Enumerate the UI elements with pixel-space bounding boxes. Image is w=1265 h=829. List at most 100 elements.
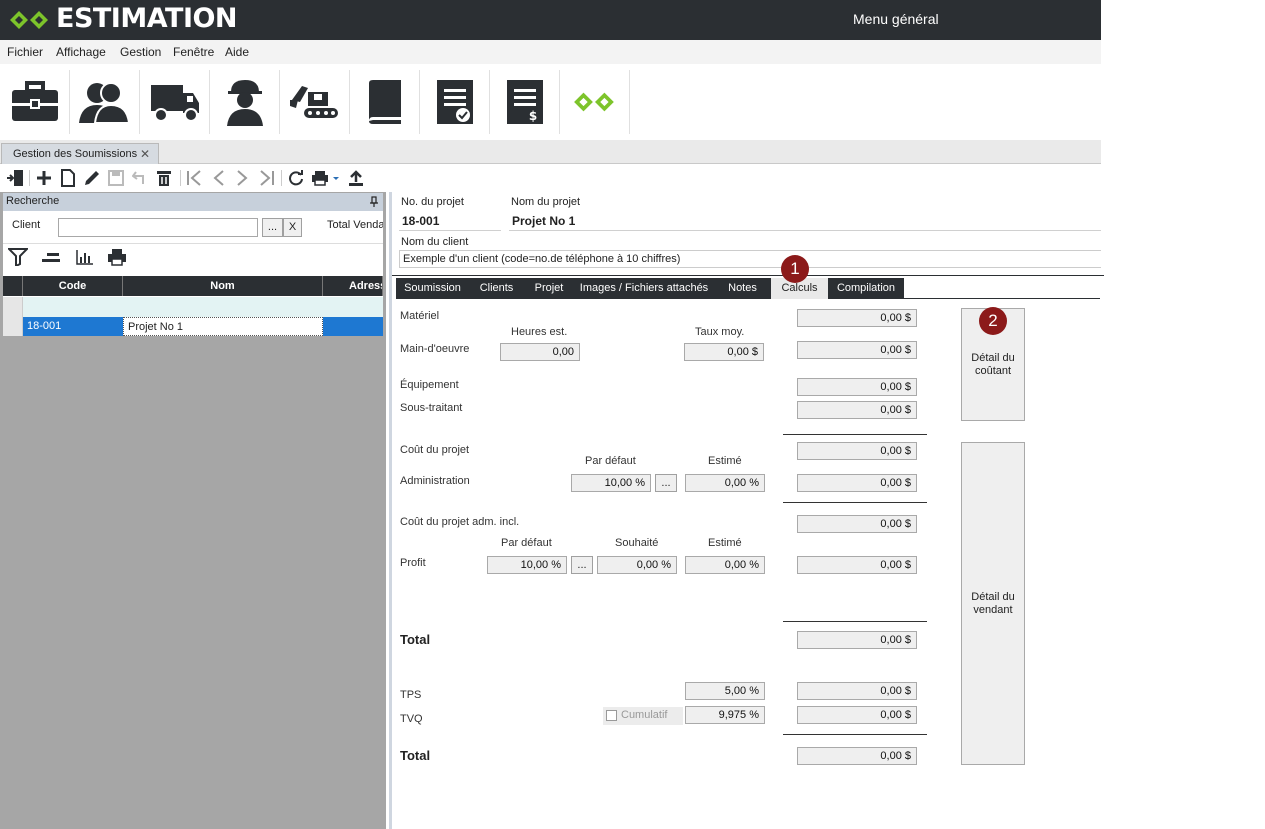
client-name-field[interactable]: Exemple d'un client (code=no.de téléphon… bbox=[399, 250, 1101, 268]
upload-button[interactable] bbox=[346, 169, 366, 187]
book-button[interactable] bbox=[350, 70, 420, 134]
cumulatif-checkbox[interactable] bbox=[606, 710, 617, 721]
search-header: Recherche bbox=[3, 193, 383, 211]
admin-browse-button[interactable]: ... bbox=[655, 474, 677, 492]
delete-button[interactable] bbox=[154, 169, 174, 187]
taux-moy-field[interactable]: 0,00 $ bbox=[684, 343, 764, 361]
tab-clients[interactable]: Clients bbox=[469, 278, 524, 299]
search-tools bbox=[3, 243, 383, 269]
save-button[interactable] bbox=[106, 169, 126, 187]
client-search-input[interactable] bbox=[58, 218, 258, 237]
column-header-code[interactable]: Code bbox=[23, 276, 123, 296]
print-button[interactable] bbox=[310, 169, 340, 187]
home-logo-button[interactable] bbox=[560, 70, 630, 134]
profit-estime-label: Estimé bbox=[708, 537, 742, 549]
logo-icon bbox=[10, 11, 48, 29]
first-record-button[interactable] bbox=[185, 169, 205, 187]
copy-button[interactable] bbox=[58, 169, 78, 187]
svg-text:$: $ bbox=[528, 109, 536, 123]
admin-estime-field[interactable]: 0,00 % bbox=[685, 474, 765, 492]
tab-gestion-soumissions[interactable]: Gestion des Soumissions ✕ bbox=[1, 143, 159, 164]
chart-button[interactable] bbox=[75, 248, 95, 266]
cout-projet-total: 0,00 $ bbox=[797, 442, 917, 460]
client-label: Client bbox=[12, 219, 41, 231]
undo-icon bbox=[132, 171, 144, 184]
undo-button[interactable] bbox=[130, 169, 150, 187]
app-title: ESTIMATION bbox=[56, 3, 238, 34]
grid-filter-row[interactable] bbox=[3, 297, 383, 317]
truck-button[interactable] bbox=[140, 70, 210, 134]
excavator-icon bbox=[289, 86, 338, 118]
printer-icon bbox=[312, 171, 339, 186]
materiel-total: 0,00 $ bbox=[797, 309, 917, 327]
detail-vendant-button[interactable]: Détail du vendant bbox=[961, 442, 1025, 765]
client-browse-button[interactable]: ... bbox=[262, 218, 283, 237]
profit-estime-field[interactable]: 0,00 % bbox=[685, 556, 765, 574]
menu-gestion[interactable]: Gestion bbox=[120, 45, 161, 59]
save-icon bbox=[108, 170, 124, 186]
table-row[interactable]: 18-001 Projet No 1 bbox=[3, 317, 383, 336]
refresh-icon bbox=[289, 170, 303, 186]
tab-notes[interactable]: Notes bbox=[714, 278, 771, 299]
print-list-button[interactable] bbox=[107, 248, 127, 266]
column-header-adresse[interactable]: Adresse bbox=[323, 276, 383, 296]
cell-adresse[interactable] bbox=[323, 317, 383, 336]
profit-label: Profit bbox=[400, 557, 426, 569]
menu-fichier[interactable]: Fichier bbox=[7, 45, 43, 59]
project-name-field[interactable]: Projet No 1 bbox=[509, 211, 1101, 231]
tab-compilation[interactable]: Compilation bbox=[828, 278, 904, 299]
tps-rate-field[interactable]: 5,00 % bbox=[685, 682, 765, 700]
column-header-nom[interactable]: Nom bbox=[123, 276, 323, 296]
close-icon[interactable]: ✕ bbox=[140, 147, 150, 161]
tab-soumission[interactable]: Soumission bbox=[396, 278, 469, 299]
search-panel: Recherche Client ... X Total Vendant Cod… bbox=[0, 192, 386, 829]
tab-images-fichiers[interactable]: Images / Fichiers attachés bbox=[574, 278, 714, 299]
equipement-label: Équipement bbox=[400, 379, 459, 391]
truck-icon bbox=[150, 85, 199, 122]
cell-nom[interactable]: Projet No 1 bbox=[123, 317, 323, 336]
profit-browse-button[interactable]: ... bbox=[571, 556, 593, 574]
project-no-field[interactable]: 18-001 bbox=[399, 211, 501, 231]
last-record-button[interactable] bbox=[256, 169, 276, 187]
callout-badge-2: 2 bbox=[979, 307, 1007, 335]
chevron-right-icon bbox=[237, 170, 248, 186]
menu-affichage[interactable]: Affichage bbox=[56, 45, 106, 59]
heures-est-field[interactable]: 0,00 bbox=[500, 343, 580, 361]
bar-chart-icon bbox=[76, 250, 93, 265]
filter-button[interactable] bbox=[8, 248, 28, 266]
taux-moy-label: Taux moy. bbox=[695, 326, 745, 338]
project-name-label: Nom du projet bbox=[511, 196, 581, 208]
profit-par-defaut-field[interactable]: 10,00 % bbox=[487, 556, 567, 574]
pencil-icon bbox=[85, 171, 99, 185]
refresh-button[interactable] bbox=[286, 169, 306, 187]
prev-record-button[interactable] bbox=[209, 169, 229, 187]
edit-button[interactable] bbox=[82, 169, 102, 187]
briefcase-button[interactable] bbox=[0, 70, 70, 134]
profit-souhaite-field[interactable]: 0,00 % bbox=[597, 556, 677, 574]
tps-label: TPS bbox=[400, 689, 422, 701]
briefcase-icon bbox=[11, 81, 58, 121]
excavator-button[interactable] bbox=[280, 70, 350, 134]
pin-icon[interactable] bbox=[369, 196, 379, 208]
next-record-button[interactable] bbox=[232, 169, 252, 187]
collapse-button[interactable] bbox=[41, 248, 61, 266]
results-grid: Code Nom Adresse 18-001 Projet No 1 bbox=[3, 276, 383, 336]
total-divider bbox=[783, 621, 927, 622]
add-button[interactable] bbox=[34, 169, 54, 187]
document-check-button[interactable] bbox=[420, 70, 490, 134]
invoice-button[interactable]: $ bbox=[490, 70, 560, 134]
contacts-button[interactable] bbox=[70, 70, 140, 134]
menu-general-label[interactable]: Menu général bbox=[853, 11, 939, 27]
cumulatif-checkbox-area[interactable]: Cumulatif bbox=[603, 707, 683, 725]
exit-button[interactable] bbox=[5, 169, 25, 187]
copy-icon bbox=[61, 169, 75, 187]
menu-fenetre[interactable]: Fenêtre bbox=[173, 45, 214, 59]
main-oeuvre-total: 0,00 $ bbox=[797, 341, 917, 359]
cell-code[interactable]: 18-001 bbox=[23, 317, 123, 336]
tab-projet[interactable]: Projet bbox=[524, 278, 574, 299]
tvq-rate-field[interactable]: 9,975 % bbox=[685, 706, 765, 724]
menu-aide[interactable]: Aide bbox=[225, 45, 249, 59]
worker-button[interactable] bbox=[210, 70, 280, 134]
admin-par-defaut-field[interactable]: 10,00 % bbox=[571, 474, 651, 492]
client-clear-button[interactable]: X bbox=[283, 218, 302, 237]
